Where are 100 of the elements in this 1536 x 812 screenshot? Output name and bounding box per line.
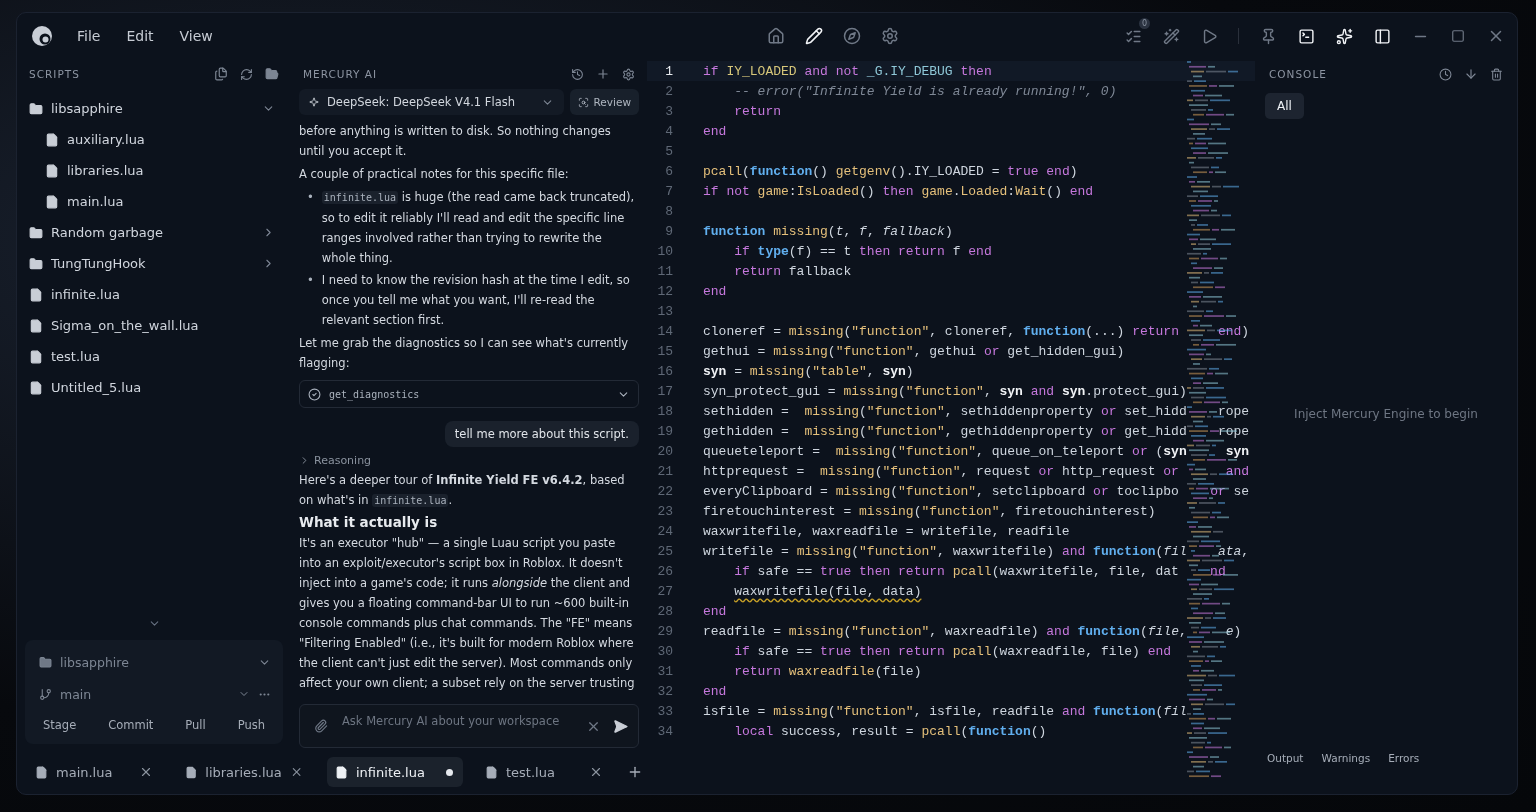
tool-call-card[interactable]: get_diagnostics [299, 380, 639, 408]
chat-input-box[interactable]: Ask Mercury AI about your workspace [299, 704, 639, 748]
script-entry[interactable]: auxiliary.lua [25, 124, 283, 155]
git-action-button[interactable]: Stage [41, 714, 79, 736]
line-number: 19 [656, 423, 673, 439]
folder-entry[interactable]: libsapphire [25, 93, 283, 124]
file-tab[interactable]: test.lua [477, 757, 613, 787]
code-line: -- error("Infinite Yield is already running!", 0) [734, 83, 1117, 99]
script-entry[interactable]: main.lua [25, 186, 283, 217]
item-name: test.lua [51, 349, 101, 364]
line-number: 16 [656, 363, 673, 379]
code-line: syn_protect_gui = missing("function", syn and syn.protect_gui) [703, 383, 1187, 399]
code-line: return [734, 103, 781, 119]
branch-name[interactable]: main [60, 686, 230, 702]
line-number: 23 [656, 503, 673, 519]
git-action-button[interactable]: Push [235, 714, 267, 736]
code-line: gethidden = missing("function", gethiddenproperty or get_hidd rope [703, 423, 1250, 439]
code-line: firetouchinterest = missing("function", firetouchinterest) [703, 503, 1156, 519]
user-message: tell me more about this script. [444, 421, 639, 447]
line-number: 6 [664, 163, 673, 179]
git-action-button[interactable]: Pull [183, 714, 208, 736]
line-number: 26 [656, 563, 673, 579]
panel-title: CONSOLE [1269, 68, 1328, 80]
code-line: httprequest = missing("function", request or http_request or and [703, 463, 1250, 479]
file-tab[interactable]: main.lua [27, 757, 163, 787]
code-line: return waxreadfile(file) [734, 663, 922, 679]
code-line: writefile = missing("function", waxwritefile) and function(fil ata, [703, 543, 1250, 559]
line-number: 30 [656, 643, 673, 659]
line-number: 4 [664, 123, 673, 139]
line-number: 20 [656, 443, 673, 459]
code-line: local success, result = pcall(function() [734, 723, 1047, 739]
line-number: 18 [656, 403, 673, 419]
line-number: 11 [656, 263, 673, 279]
console-tab[interactable]: Output [1267, 752, 1304, 764]
line-number: 24 [656, 523, 673, 539]
repo-dropdown[interactable]: libsapphire [39, 648, 271, 676]
filter-chip[interactable]: All [1265, 93, 1304, 119]
reasoning-toggle[interactable]: Reasoning [314, 454, 372, 467]
code-line: function missing(t, f, fallback) [703, 223, 953, 239]
code-line: pcall(function() getgenv().IY_LOADED = true end) [703, 163, 1078, 179]
script-entry[interactable]: test.lua [25, 341, 283, 372]
code-line: return fallback [734, 263, 852, 279]
script-entry[interactable]: libraries.lua [25, 155, 283, 186]
file-tab[interactable]: infinite.lua [327, 757, 463, 787]
code-line: if not game:IsLoaded() then game.Loaded:Wait() end [703, 183, 1094, 199]
chat-input-field[interactable]: Ask Mercury AI about your workspace [340, 713, 574, 729]
line-number: 1 [664, 63, 673, 79]
line-number: 34 [656, 723, 673, 739]
chat-heading: What it actually is [299, 514, 439, 530]
console-tab[interactable]: Errors [1388, 752, 1420, 764]
menu-item[interactable]: View [179, 28, 213, 44]
script-entry[interactable]: Untitled_5.lua [25, 372, 283, 403]
script-entry[interactable]: Sigma_on_the_wall.lua [25, 310, 283, 341]
item-name: infinite.lua [51, 287, 121, 302]
panel-title: SCRIPTS [29, 68, 81, 80]
line-number: 10 [656, 243, 673, 259]
line-number: 25 [656, 543, 673, 559]
code-line: isfile = missing("function", isfile, readfile and function(fil [703, 703, 1187, 719]
tool-name: get_diagnostics [329, 388, 421, 400]
chat-paragraph: before anything is written to disk. So nothing changes until you accept it. [299, 123, 612, 160]
line-number: 22 [656, 483, 673, 499]
review-button[interactable]: Review [569, 89, 639, 115]
code-line: waxwritefile, waxreadfile = writefile, readfile [703, 523, 1070, 539]
model-dropdown[interactable]: DeepSeek: DeepSeek V4.1 Flash [299, 89, 564, 115]
line-number: 5 [664, 143, 673, 159]
code-line: end [703, 283, 727, 299]
code-line: readfile = missing("function", waxreadfile) and function(file, e) [703, 623, 1242, 639]
chat-bullet: infinite.lua is huge (the read came back truncated), so to edit it reliably I'll read and edit the specific line ranges involved rather than trying to rewrite the whole thing. [321, 189, 636, 267]
script-entry[interactable]: infinite.lua [25, 279, 283, 310]
item-name: main.lua [67, 194, 125, 209]
code-line: everyClipboard = missing("function", setclipboard or toclipbo or se [703, 483, 1250, 499]
line-number: 28 [656, 603, 673, 619]
file-tab[interactable]: libraries.lua [177, 757, 313, 787]
line-number: 14 [656, 323, 673, 339]
line-number: 12 [656, 283, 673, 299]
line-number: 13 [656, 303, 673, 319]
line-number: 33 [656, 703, 673, 719]
chat-paragraph: It's an executor "hub" — a single Luau script you paste into an exploit/executor's script box in Roblox. It doesn't inject into a game's code; it runs alongside the client and gives you a floating command-bar UI to run ~600 built-in console commands plus chat commands. The "FE" means "Filtering Enabled" (i.e., it's built for modern Roblox where the client can't just edit the server). Most commands only affect your own client; a subset rely on the server trusting [299, 535, 636, 692]
chat-paragraph: Here's a deeper tour of Infinite Yield FE v6.4.2, based on what's in infinite.lua . [299, 472, 626, 509]
code-line: end [703, 683, 727, 699]
folder-entry[interactable]: TungTungHook [25, 248, 283, 279]
chat-paragraph: A couple of practical notes for this specific file: [299, 166, 570, 183]
line-number: 21 [656, 463, 673, 479]
code-line: syn = missing("table", syn) [703, 363, 914, 379]
code-line: queueteleport = missing("function", queue_on_teleport or (syn syn [703, 443, 1250, 459]
bullet-marker: • [307, 272, 314, 289]
bullet-marker: • [307, 189, 314, 206]
line-number: 9 [664, 223, 673, 239]
folder-entry[interactable]: Random garbage [25, 217, 283, 248]
line-number: 2 [664, 83, 673, 99]
line-number: 8 [664, 203, 673, 219]
line-number: 29 [656, 623, 673, 639]
console-tab[interactable]: Warnings [1321, 752, 1371, 764]
menu-item[interactable]: File [77, 28, 101, 44]
line-number: 32 [656, 683, 673, 699]
menu-item[interactable]: Edit [126, 28, 154, 44]
empty-message: Inject Mercury Engine to begin [1294, 406, 1478, 421]
git-action-button[interactable]: Commit [106, 714, 156, 736]
line-number: 31 [656, 663, 673, 679]
panel-title: MERCURY AI [303, 68, 379, 80]
